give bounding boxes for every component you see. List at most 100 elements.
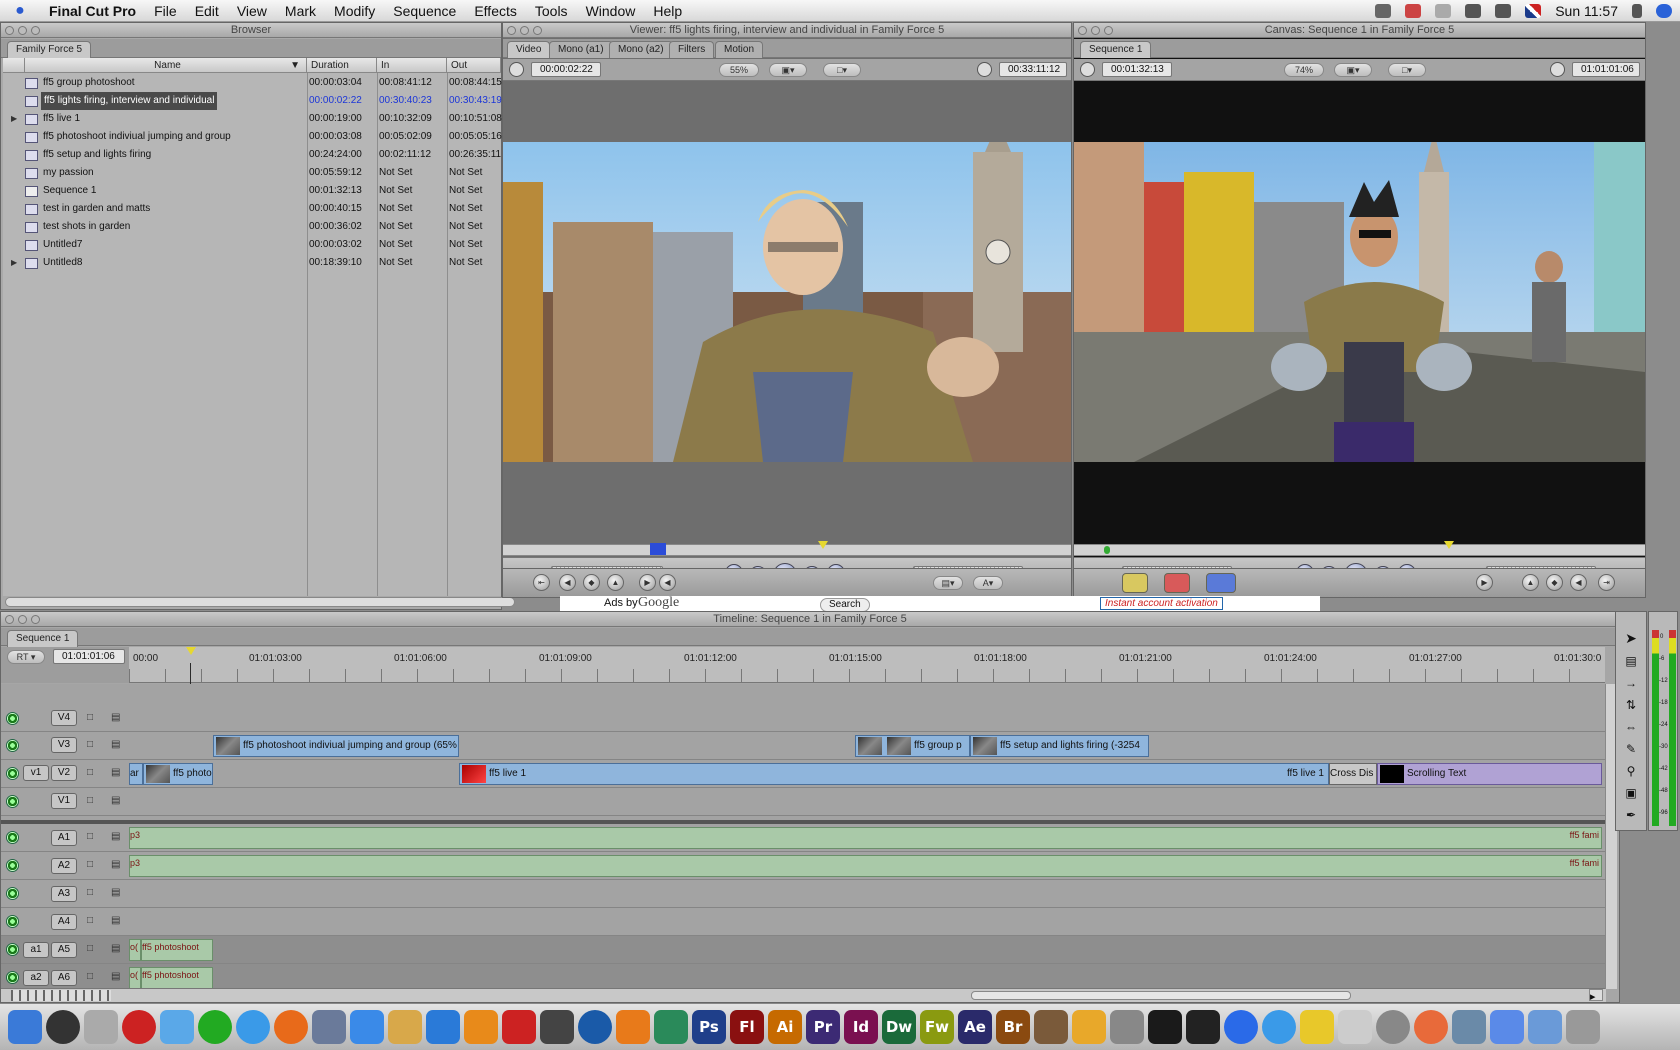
system-preferences-icon[interactable] <box>84 1010 118 1044</box>
selection-tool-icon[interactable]: ➤ <box>1620 630 1642 650</box>
track-audio-toggle[interactable] <box>6 943 19 956</box>
browser-row[interactable]: ▶ ff5 live 1 00:00:19:00 00:10:32:09 00:10:5… <box>3 110 502 128</box>
viewer-scrubber-bar[interactable] <box>503 541 1071 556</box>
mark-out-button[interactable]: ◀ <box>1570 574 1587 591</box>
tab-sequence-1[interactable]: Sequence 1 <box>1080 41 1152 58</box>
lock-icon[interactable]: □ <box>87 795 93 806</box>
menu-extra-icon[interactable] <box>1405 4 1422 18</box>
spotify-icon[interactable] <box>198 1010 232 1044</box>
timeline-audio-clip[interactable]: o( <box>129 939 141 961</box>
track-audio-toggle[interactable] <box>6 859 19 872</box>
indesign-icon[interactable]: Id <box>844 1010 878 1044</box>
dreamweaver-icon[interactable]: Dw <box>882 1010 916 1044</box>
charts-app-icon[interactable] <box>350 1010 384 1044</box>
menubar-clock[interactable]: Sun 11:57 <box>1555 3 1618 19</box>
viewer-duration-field[interactable]: 00:00:02:22 <box>531 62 601 77</box>
auto-select-icon[interactable]: ▤ <box>111 767 120 778</box>
grid-app-icon[interactable] <box>1072 1010 1106 1044</box>
browser-row[interactable]: ff5 photoshoot indiviual jumping and gro… <box>3 128 502 146</box>
roll-tool-icon[interactable]: ⇅ <box>1620 698 1642 718</box>
close-button[interactable] <box>5 615 14 624</box>
in-point-marker[interactable] <box>650 543 658 555</box>
flash-icon[interactable]: Fl <box>730 1010 764 1044</box>
add-keyframe-button[interactable]: ◆ <box>1546 574 1563 591</box>
full-tilt-poker-icon[interactable] <box>1148 1010 1182 1044</box>
source-label-a2[interactable]: a2 <box>23 970 49 986</box>
viewer-video-frame[interactable] <box>503 142 1071 462</box>
flag-uk-icon[interactable] <box>1525 4 1542 18</box>
canvas-video-frame[interactable] <box>1074 142 1645 462</box>
canvas-overlay-popup[interactable]: □▾ <box>1388 63 1426 77</box>
brush-app-icon[interactable] <box>312 1010 346 1044</box>
viewer-zoom-popup[interactable]: 55% <box>719 63 759 77</box>
mark-clip-button[interactable]: ◀ <box>559 574 576 591</box>
col-header-in[interactable]: In <box>377 58 447 73</box>
track-label-v2[interactable]: V2 <box>51 765 77 781</box>
out-point-marker[interactable] <box>658 543 666 555</box>
track-label-v3[interactable]: V3 <box>51 737 77 753</box>
volume-icon[interactable] <box>1495 4 1512 18</box>
spotlight-icon[interactable] <box>1656 4 1672 18</box>
close-button[interactable] <box>507 26 516 35</box>
viewer-current-tc-field[interactable]: 00:33:11:12 <box>999 62 1067 77</box>
timeline-audio-clip[interactable]: o( <box>129 967 141 989</box>
dashboard-icon[interactable] <box>46 1010 80 1044</box>
add-marker-button[interactable]: ▲ <box>1522 574 1539 591</box>
app-icon[interactable] <box>1224 1010 1258 1044</box>
bridge-icon[interactable]: Br <box>996 1010 1030 1044</box>
canvas-titlebar[interactable]: Canvas: Sequence 1 in Family Force 5 <box>1074 23 1645 38</box>
after-effects-icon[interactable]: Ae <box>958 1010 992 1044</box>
scroll-right-button[interactable]: ▸ <box>1589 989 1603 1003</box>
razor-tool-icon[interactable]: ✎ <box>1620 742 1642 762</box>
rt-popup[interactable]: RT ▾ <box>7 650 45 664</box>
canvas-marker[interactable] <box>1104 546 1110 554</box>
browser-row[interactable]: ▶ Untitled8 00:18:39:10 Not Set Not Set <box>3 254 501 272</box>
timeline-current-tc-field[interactable]: 01:01:01:06 <box>53 649 125 664</box>
zoom-button[interactable] <box>31 26 40 35</box>
auto-select-icon[interactable]: ▤ <box>111 915 120 926</box>
apple-menu-icon[interactable]: ● <box>0 2 40 20</box>
minimize-button[interactable] <box>18 26 27 35</box>
pages-icon[interactable] <box>464 1010 498 1044</box>
track-visibility-toggle[interactable] <box>6 767 19 780</box>
replace-edit-button[interactable] <box>1206 573 1236 593</box>
app-icon[interactable] <box>1452 1010 1486 1044</box>
browser-row[interactable]: test shots in garden 00:00:36:02 Not Set No… <box>3 218 501 236</box>
menu-sequence[interactable]: Sequence <box>384 0 465 22</box>
browser-row[interactable]: test in garden and matts 00:00:40:15 Not S… <box>3 200 501 218</box>
app-icon[interactable] <box>1338 1010 1372 1044</box>
pen-icon[interactable] <box>1435 4 1452 18</box>
track-height-controls[interactable] <box>11 990 111 1001</box>
source-label-a1[interactable]: a1 <box>23 942 49 958</box>
lock-icon[interactable]: □ <box>87 767 93 778</box>
track-label-a4[interactable]: A4 <box>51 914 77 930</box>
auto-select-icon[interactable]: ▤ <box>111 859 120 870</box>
auto-select-icon[interactable]: ▤ <box>111 739 120 750</box>
match-frame-button[interactable]: ⇤ <box>533 574 550 591</box>
zoom-button[interactable] <box>31 615 40 624</box>
premiere-icon[interactable]: Pr <box>806 1010 840 1044</box>
match-frame-button[interactable]: ⇥ <box>1598 574 1615 591</box>
recent-clips-popup[interactable]: ▤▾ <box>933 576 963 590</box>
trash-icon[interactable] <box>1566 1010 1600 1044</box>
track-audio-toggle[interactable] <box>6 915 19 928</box>
track-label-a3[interactable]: A3 <box>51 886 77 902</box>
track-label-a1[interactable]: A1 <box>51 830 77 846</box>
tab-filters[interactable]: Filters <box>669 41 715 58</box>
timeline-clip-generator[interactable]: Scrolling Text <box>1377 763 1602 785</box>
viewer-titlebar[interactable]: Viewer: ff5 lights firing, interview and… <box>503 23 1071 38</box>
timeline-clip[interactable]: ff5 photo <box>143 763 213 785</box>
pen-tool-icon[interactable]: ✒ <box>1620 808 1642 828</box>
illustrator-icon[interactable]: Ai <box>768 1010 802 1044</box>
zoom-tool-icon[interactable]: ⚲ <box>1620 764 1642 784</box>
track-visibility-toggle[interactable] <box>6 712 19 725</box>
col-header-icon[interactable] <box>3 58 25 73</box>
app-menu[interactable]: Final Cut Pro <box>40 0 145 22</box>
app-icon[interactable] <box>1300 1010 1334 1044</box>
star-app-icon[interactable] <box>654 1010 688 1044</box>
overwrite-edit-button[interactable] <box>1164 573 1190 593</box>
lock-icon[interactable]: □ <box>87 712 93 723</box>
timeline-audio-clip[interactable]: ff5 photoshoot <box>141 939 213 961</box>
menu-modify[interactable]: Modify <box>325 0 384 22</box>
itunes-icon[interactable] <box>160 1010 194 1044</box>
